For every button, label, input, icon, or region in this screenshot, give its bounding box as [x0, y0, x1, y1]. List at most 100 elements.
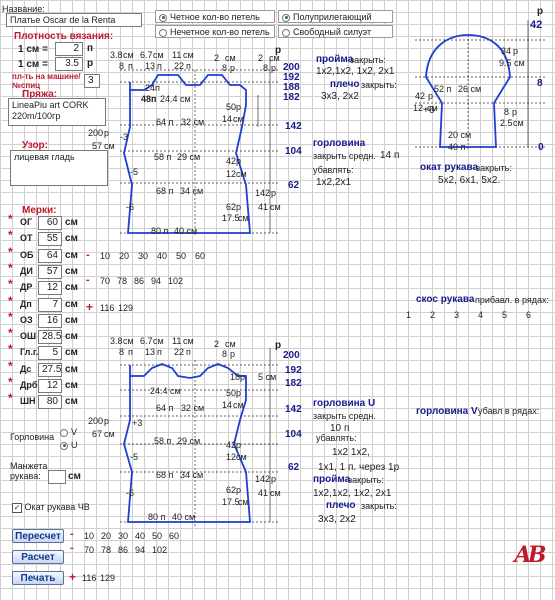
sleeve-cap-title: окат рукава — [420, 162, 479, 173]
back-cm-14: 14 — [222, 114, 233, 124]
bottom-size-option-102[interactable]: 102 — [152, 545, 167, 555]
front-armhole-title: пройма — [313, 474, 351, 485]
print-button[interactable]: Печать — [12, 571, 64, 585]
bottom-size-option-86[interactable]: 86 — [118, 545, 128, 555]
bottom-size-option-116[interactable]: 116 — [82, 573, 96, 583]
back-w-11: 11 — [172, 50, 182, 60]
neck-option-u[interactable]: U — [60, 440, 78, 450]
size-option-10[interactable]: 10 — [100, 251, 110, 261]
bottom-minus-1[interactable]: - — [70, 528, 74, 540]
front-w-6-7-unit: см — [153, 336, 164, 346]
back-cm-12: 12 — [226, 169, 237, 179]
scale-plus[interactable]: + — [86, 300, 93, 314]
size-option-70[interactable]: 70 — [100, 276, 110, 286]
sleeve-top-42: 42 — [530, 19, 543, 31]
measure-input-5[interactable]: 12 — [38, 281, 62, 296]
size-option-78[interactable]: 78 — [117, 276, 127, 286]
armhole-seq: 1x2,1x2, 1x2, 2x1 — [316, 66, 395, 77]
front-r-200-unit: р — [104, 416, 110, 426]
size-option-129[interactable]: 129 — [118, 303, 133, 313]
back-r-62-unit: р — [236, 202, 242, 212]
measure-unit-11: см — [65, 380, 78, 391]
sleeve-cm-9-5: 9.5 — [499, 58, 512, 68]
size-option-86[interactable]: 86 — [134, 276, 144, 286]
front-row-200: 200 — [283, 350, 300, 361]
measure-input-6[interactable]: 7 — [38, 297, 62, 312]
back-cm-34: 34 см — [180, 186, 204, 196]
measure-input-12[interactable]: 80 — [38, 395, 62, 410]
measure-input-11[interactable]: 12 — [38, 379, 62, 393]
scale-minus-2[interactable]: - — [86, 274, 90, 286]
front-cm-5: 5 см — [258, 372, 277, 382]
machine-input[interactable]: 3 — [84, 74, 100, 88]
radio-semi-fitted[interactable]: Полуприлегающий силуэт — [278, 10, 393, 34]
size-option-102[interactable]: 102 — [168, 276, 183, 286]
yarn-textarea[interactable]: LineaPiu art CORK 220m/100гр — [8, 98, 106, 126]
measure-input-1[interactable]: 60 — [38, 216, 62, 230]
cuff-unit: см — [68, 471, 81, 482]
neck-option-v[interactable]: V — [60, 427, 77, 437]
recalc-button[interactable]: Пересчет — [12, 529, 64, 543]
measure-input-9[interactable]: 5 — [38, 346, 62, 361]
size-option-60[interactable]: 60 — [195, 251, 205, 261]
front-s-8: 8 — [119, 347, 125, 357]
size-option-50[interactable]: 50 — [176, 251, 186, 261]
sleeve-r-42-unit: р — [428, 91, 434, 101]
front-r-142-unit: р — [271, 474, 277, 484]
density-rows-input[interactable]: 3.5 — [55, 57, 83, 71]
measure-input-8[interactable]: 28.5 — [38, 330, 62, 345]
radio-odd-stitches[interactable]: Нечетное кол-во петель — [155, 25, 275, 38]
cuff-input[interactable] — [48, 470, 66, 484]
sleeve-w-40: 40 п — [448, 142, 466, 152]
bottom-size-option-129[interactable]: 129 — [100, 573, 115, 583]
measure-input-4[interactable]: 57 — [38, 264, 62, 279]
bottom-size-option-94[interactable]: 94 — [135, 545, 145, 555]
bottom-size-option-10[interactable]: 10 — [84, 531, 94, 541]
radio-even-stitches[interactable]: Четное кол-во петель — [155, 10, 275, 23]
sleeve-cm-2-5-unit: см — [513, 118, 524, 128]
front-cm-29: 29 см — [177, 436, 201, 446]
bottom-plus[interactable]: + — [69, 570, 76, 584]
front-shoulder-seq: 3x3, 2x2 — [318, 514, 356, 525]
required-star: * — [8, 228, 13, 243]
shoulder-close: закрыть: — [361, 80, 397, 90]
sleeve-cap-checkbox[interactable]: ✓ Окат рукава ЧВ — [12, 502, 90, 513]
calc-button[interactable]: Расчет — [12, 550, 64, 564]
size-option-116[interactable]: 116 — [100, 303, 114, 313]
size-option-40[interactable]: 40 — [157, 251, 167, 261]
front-cm-17-5-unit: см — [238, 497, 249, 507]
density-stitches-input[interactable]: 2 — [55, 42, 83, 56]
size-option-20[interactable]: 20 — [119, 251, 129, 261]
sleeve-zero: 0 — [538, 142, 544, 153]
front-row-192: 192 — [285, 365, 302, 376]
density-row1-unit: п — [87, 43, 94, 54]
back-w-3-8-unit: см — [123, 50, 134, 60]
sleeve-r-34-unit: р — [513, 46, 519, 56]
size-option-94[interactable]: 94 — [151, 276, 161, 286]
density-row2-unit: р — [87, 58, 94, 69]
ab-logo: АВ — [514, 542, 546, 568]
measure-code-5: ДР — [20, 282, 33, 293]
bottom-size-option-70[interactable]: 70 — [84, 545, 94, 555]
size-option-30[interactable]: 30 — [138, 251, 148, 261]
measure-code-6: Дп — [20, 298, 32, 309]
radio-free-silhouette[interactable]: Свободный силуэт — [278, 25, 393, 38]
required-star: * — [8, 260, 13, 275]
front-m5: -5 — [130, 452, 139, 462]
scale-minus-1[interactable]: - — [86, 249, 90, 261]
measure-input-10[interactable]: 27.5 — [38, 362, 62, 377]
measure-input-3[interactable]: 64 — [38, 248, 62, 263]
pattern-textarea[interactable]: лицевая гладь — [10, 150, 108, 186]
front-s-22: 22 — [174, 347, 185, 357]
bottom-size-option-78[interactable]: 78 — [101, 545, 111, 555]
back-m6: -6 — [126, 202, 135, 212]
measure-input-7[interactable]: 16 — [38, 313, 62, 328]
back-cm-29: 29 см — [177, 152, 201, 162]
bottom-minus-2[interactable]: - — [70, 542, 74, 554]
neckline-title: горловина — [313, 138, 366, 149]
name-input[interactable]: Платье Oscar de la Renta — [6, 13, 142, 27]
measure-input-2[interactable]: 55 — [38, 232, 62, 247]
front-w-3-8: 3.8 — [110, 336, 123, 346]
armhole-close: закрыть: — [350, 55, 386, 65]
front-s-8r: 8 — [222, 349, 228, 359]
